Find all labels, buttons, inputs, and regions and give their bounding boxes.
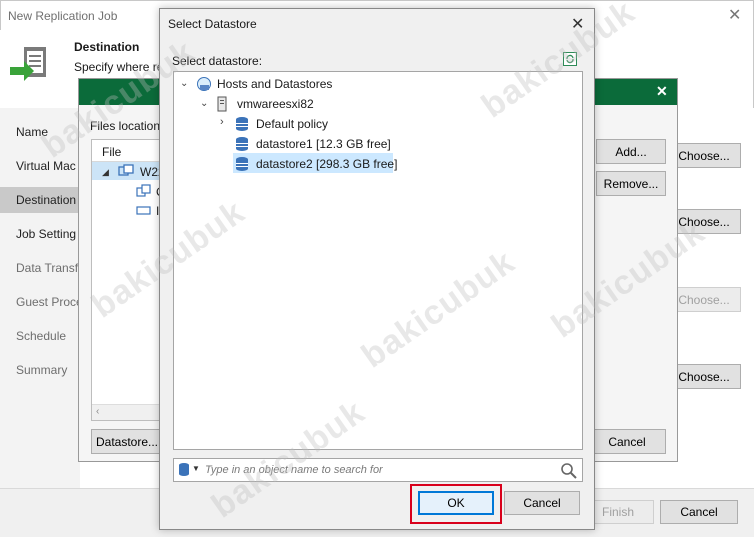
choose-button-3[interactable]: Choose...: [667, 287, 741, 312]
datastore-icon: [236, 157, 248, 171]
page-subtitle: Specify where re: [74, 60, 164, 74]
wizard-cancel-button[interactable]: Cancel: [660, 500, 738, 524]
step-virtual-machines[interactable]: Virtual Mac: [16, 159, 76, 173]
choose-button-2[interactable]: Choose...: [667, 209, 741, 234]
ok-annotation-box: [410, 484, 502, 524]
files-location-label: Files location: [90, 119, 161, 133]
datastore-filter-icon[interactable]: [177, 462, 191, 478]
window-title: New Replication Job: [8, 9, 118, 23]
select-cancel-button[interactable]: Cancel: [504, 491, 580, 515]
horizontal-scrollbar[interactable]: ‹: [92, 404, 168, 420]
column-header-file[interactable]: File: [92, 140, 168, 162]
chevron-down-icon[interactable]: ⌄: [180, 78, 188, 89]
chevron-down-icon[interactable]: ⌄: [200, 98, 208, 109]
choose-button-1[interactable]: Choose...: [667, 143, 741, 168]
step-data-transfer[interactable]: Data Transf: [16, 261, 78, 275]
step-destination[interactable]: Destination: [16, 193, 76, 207]
add-button[interactable]: Add...: [596, 139, 666, 164]
vm-icon: [118, 164, 134, 176]
search-placeholder: Type in an object name to search for: [205, 464, 383, 476]
files-cancel-button[interactable]: Cancel: [588, 429, 666, 454]
disk-group-icon: [136, 184, 151, 197]
tree-item-default-policy[interactable]: Default policy: [256, 117, 328, 131]
search-icon[interactable]: [560, 462, 578, 480]
hosts-datastores-icon: [197, 77, 211, 91]
replication-wizard-icon: [10, 47, 46, 81]
host-server-icon: [217, 96, 227, 112]
chevron-right-icon[interactable]: ›: [220, 116, 224, 128]
close-icon[interactable]: ✕: [571, 14, 584, 34]
step-job-settings[interactable]: Job Setting: [16, 227, 76, 241]
datastore-button[interactable]: Datastore...: [91, 429, 163, 454]
dropdown-arrow-icon[interactable]: ▼: [192, 464, 200, 473]
host-label[interactable]: vmwareesxi82: [237, 97, 314, 111]
expand-arrow-icon[interactable]: ◢: [102, 167, 109, 178]
remove-button[interactable]: Remove...: [596, 171, 666, 196]
step-guest-processing[interactable]: Guest Proce: [16, 295, 83, 309]
choose-button-4[interactable]: Choose...: [667, 364, 741, 389]
step-summary[interactable]: Summary: [16, 363, 67, 377]
storage-policy-icon: [236, 117, 248, 131]
step-schedule[interactable]: Schedule: [16, 329, 66, 343]
datastore-icon: [236, 137, 248, 151]
search-field[interactable]: ▼ Type in an object name to search for: [173, 458, 583, 482]
scroll-left-icon[interactable]: ‹: [96, 406, 99, 417]
tree-item-datastore2[interactable]: datastore2 [298.3 GB free]: [256, 157, 397, 171]
tree-item-datastore1[interactable]: datastore1 [12.3 GB free]: [256, 137, 391, 151]
refresh-icon[interactable]: [563, 52, 577, 66]
close-icon[interactable]: ✕: [728, 5, 741, 25]
files-table[interactable]: File ◢ W22 C I ‹: [91, 139, 169, 421]
disk-icon: [136, 206, 151, 215]
page-title: Destination: [74, 40, 140, 54]
close-icon[interactable]: ✕: [656, 83, 668, 100]
datastore-tree[interactable]: ⌄ Hosts and Datastores ⌄ vmwareesxi82 › …: [173, 71, 583, 450]
select-datastore-label: Select datastore:: [172, 54, 263, 68]
dialog-title: Select Datastore: [168, 17, 257, 31]
tree-root-label[interactable]: Hosts and Datastores: [217, 77, 332, 91]
step-name[interactable]: Name: [16, 125, 48, 139]
select-datastore-dialog: Select Datastore ✕ Select datastore: ⌄ H…: [159, 8, 595, 530]
